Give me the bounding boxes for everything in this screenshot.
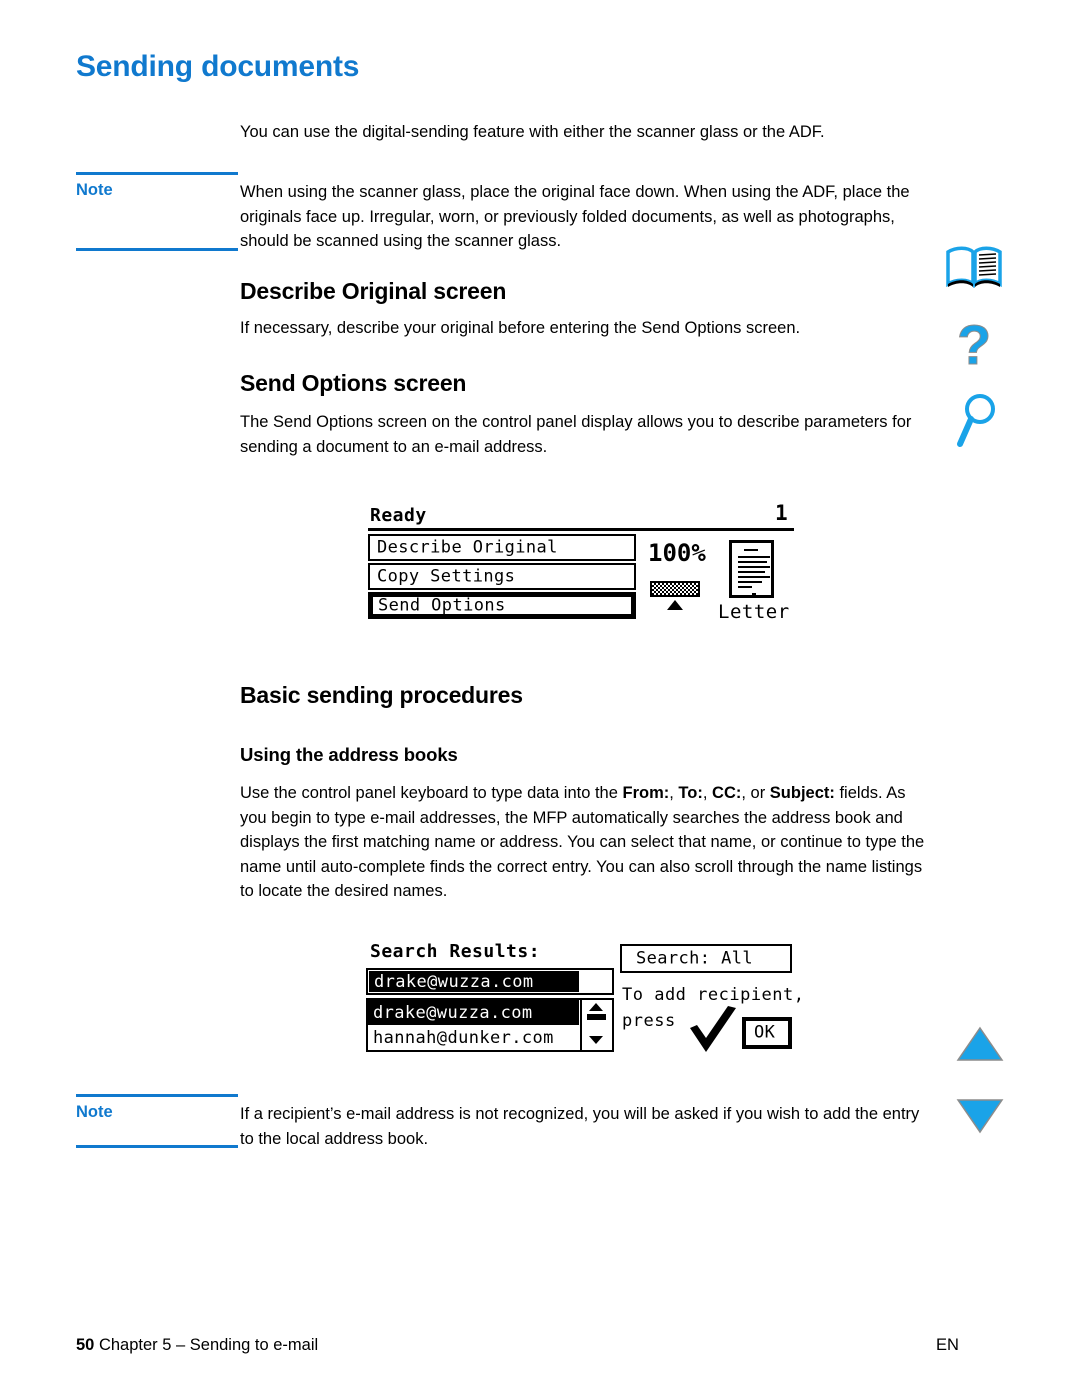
note-top-rule (76, 1094, 238, 1097)
field-name-emphasis: From: (622, 784, 670, 802)
note-text: If a recipient’s e-mail address is not r… (240, 1105, 920, 1148)
triangle-up-icon (667, 600, 683, 610)
previous-page-triangle-icon[interactable] (956, 1026, 1004, 1062)
document-page-icon (729, 540, 774, 598)
lcd-menu-describe-original[interactable]: Describe Original (368, 534, 636, 561)
footer-page-number: 50 (76, 1336, 95, 1354)
list-item[interactable]: hannah@dunker.com (368, 1025, 579, 1050)
note-top-rule (76, 172, 238, 175)
note-bottom-rule (76, 248, 238, 251)
lcd-ok-label: OK (754, 1022, 776, 1043)
lcd-search-results-list[interactable]: drake@wuzza.com hannah@dunker.com (366, 998, 614, 1052)
lcd-search-scope-label: Search: All (636, 948, 753, 969)
paragraph-run: , (702, 784, 713, 802)
lcd-list-scrollbar[interactable] (580, 1000, 612, 1050)
lcd-copies-count: 1 (775, 501, 789, 525)
svg-text:?: ? (957, 318, 991, 376)
field-name-emphasis: CC: (712, 784, 742, 802)
density-bar-icon[interactable] (650, 581, 700, 597)
lcd-header-divider (368, 528, 794, 531)
lcd-prompt-line-1: To add recipient, (622, 985, 805, 1005)
note-text: When using the scanner glass, place the … (240, 183, 910, 250)
footer-language: EN (936, 1336, 959, 1354)
paragraph-send-options: The Send Options screen on the control p… (240, 413, 912, 456)
heading-describe-original-screen: Describe Original screen (240, 278, 507, 304)
field-name-emphasis: To: (678, 784, 703, 802)
checkmark-icon (690, 1006, 736, 1052)
heading-send-options-screen: Send Options screen (240, 370, 467, 396)
lcd-menu-label: Send Options (378, 595, 506, 616)
lcd-status-text: Ready (370, 505, 427, 526)
intro-paragraph: You can use the digital-sending feature … (240, 123, 825, 141)
lcd-prompt-line-2: press (622, 1011, 676, 1031)
lcd-menu-label: Copy Settings (377, 566, 516, 587)
note-label: Note (76, 1103, 113, 1121)
page-title: Sending documents (76, 50, 360, 83)
index-book-icon[interactable] (946, 246, 1002, 288)
lcd-menu-send-options[interactable]: Send Options (368, 592, 636, 619)
search-magnifier-icon[interactable] (956, 392, 1000, 450)
lcd-paper-size-label: Letter (718, 601, 790, 623)
note-label: Note (76, 181, 113, 199)
note-bottom-rule (76, 1145, 238, 1148)
heading-using-the-address-books: Using the address books (240, 744, 458, 765)
lcd-menu-copy-settings[interactable]: Copy Settings (368, 563, 636, 590)
paragraph-run: , or (741, 784, 770, 802)
lcd-entry-value: drake@wuzza.com (369, 971, 579, 992)
paragraph-using-address-books: Use the control panel keyboard to type d… (240, 781, 930, 904)
lcd-recipient-entry-field[interactable]: drake@wuzza.com (366, 968, 614, 995)
scroll-up-arrow-icon[interactable] (589, 1003, 603, 1011)
field-name-emphasis: Subject: (769, 784, 835, 802)
paragraph-run: Use the control panel keyboard to type d… (240, 784, 623, 802)
lcd-zoom-value: 100% (648, 539, 706, 567)
next-page-triangle-icon[interactable] (956, 1098, 1004, 1134)
paragraph-describe-original: If necessary, describe your original bef… (240, 319, 801, 337)
footer-chapter: Chapter 5 – Sending to e-mail (98, 1336, 319, 1354)
scrollbar-thumb[interactable] (587, 1014, 606, 1020)
lcd-menu-label: Describe Original (377, 537, 558, 558)
footer-left: 50 Chapter 5 – Sending to e-mail (76, 1336, 318, 1355)
heading-basic-sending-procedures: Basic sending procedures (240, 682, 523, 708)
lcd-search-results-label: Search Results: (370, 941, 541, 962)
help-question-icon[interactable]: ? (954, 318, 996, 380)
lcd-ok-button[interactable]: OK (742, 1017, 792, 1049)
list-item[interactable]: drake@wuzza.com (368, 1000, 579, 1025)
lcd-search-scope-selector[interactable]: Search: All (620, 944, 792, 973)
scroll-down-arrow-icon[interactable] (589, 1036, 603, 1044)
